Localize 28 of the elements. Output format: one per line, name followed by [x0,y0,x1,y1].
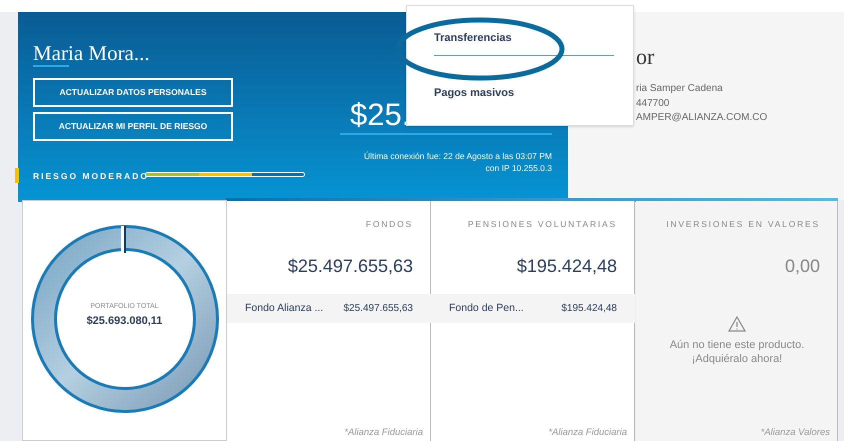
advisor-info: 447700 [636,96,670,110]
last-login-text: Última conexión fue: 22 de Agosto a las 03:07 PM [364,150,552,163]
product-amount: 0,00 [784,255,820,278]
product-title: PENSIONES VOLUNTARIAS [466,218,617,231]
outline-button[interactable]: ACTUALIZAR DATOS PERSONALES [33,78,233,107]
product-footer: *Alianza Valores [636,426,830,440]
product-name[interactable]: Fondo Alianza ... [245,301,324,317]
balance-amount: $25. [350,96,410,134]
user-name: Maria Mora... [33,40,150,67]
empty-message: Aún no tiene este producto. [668,338,806,353]
menu-item[interactable]: Transferencias [434,30,614,56]
product-amount: $195.424,48 [516,255,617,278]
product-title: FONDOS [364,218,413,231]
product-value: $25.497.655,63 [343,302,413,316]
advisor-info: AMPER@ALIANZA.COM.CO [636,111,768,125]
ip-text: con IP 10.255.0.3 [486,162,552,175]
menu-item[interactable]: Pagos masivos [434,85,614,110]
product-value: $195.424,48 [561,302,617,316]
product-footer: *Alianza Fiduciaria [431,426,627,440]
advisor-info: ria Samper Cadena [636,82,723,96]
risk-label: RIESGO MODERADO [33,170,149,183]
product-name[interactable]: Fondo de Pen... [449,301,524,317]
product-amount: $25.497.655,63 [286,255,413,278]
advisor-title: or [636,43,654,71]
product-footer: *Alianza Fiduciaria [227,426,423,440]
portfolio-total: $25.693.080,11 [86,314,164,329]
product-title: INVERSIONES EN VALORES [665,218,820,231]
outline-button[interactable]: ACTUALIZAR MI PERFIL DE RIESGO [33,112,233,141]
